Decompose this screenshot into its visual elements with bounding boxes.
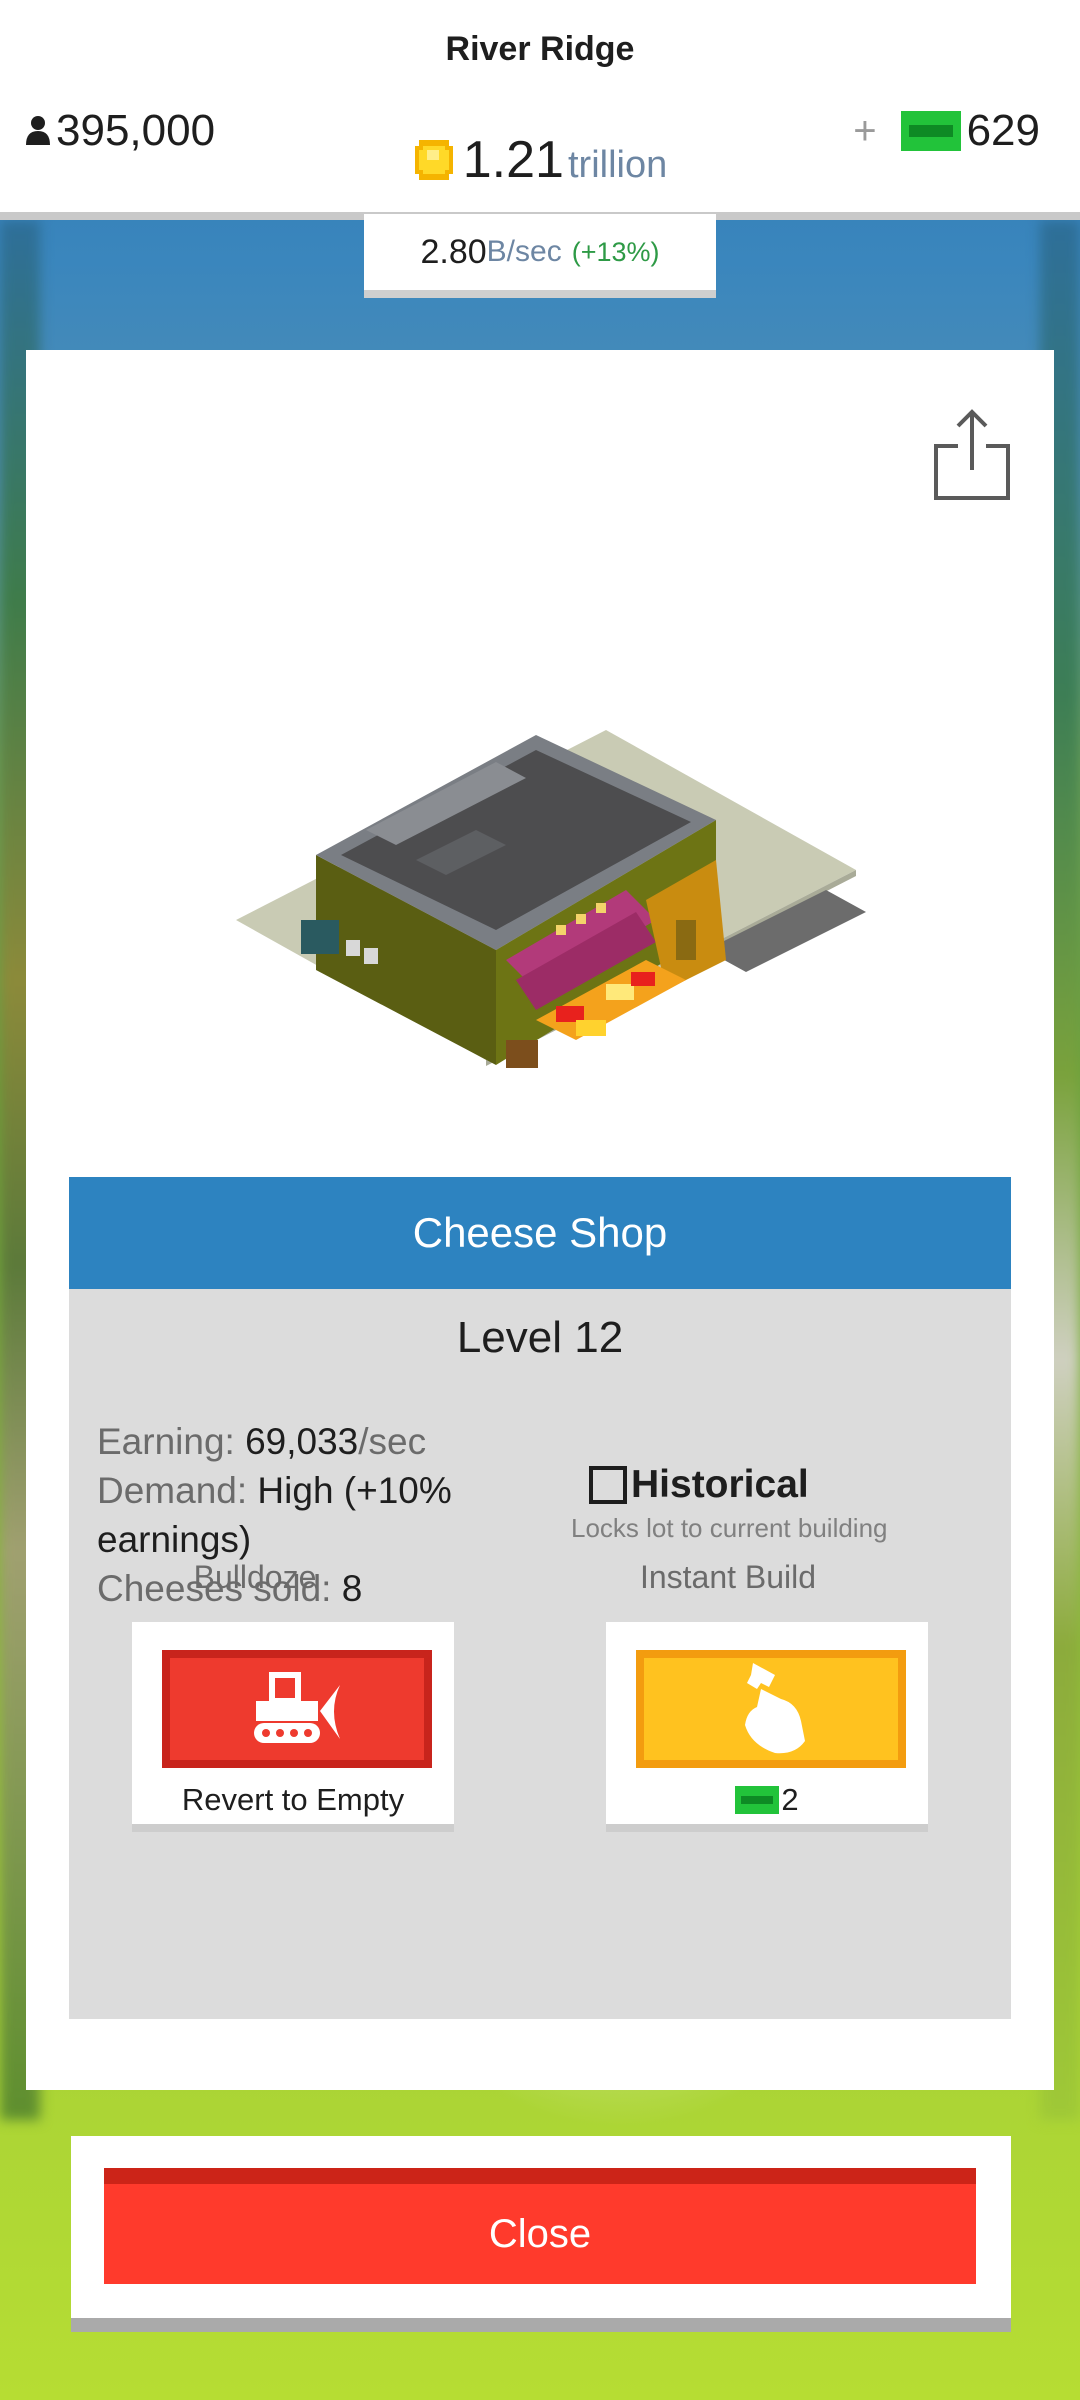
historical-label: Historical xyxy=(631,1463,809,1506)
earning-unit: /sec xyxy=(358,1421,427,1462)
top-status-bar: River Ridge 395,000 1.21 trillion + 629 xyxy=(0,0,1080,220)
cash-bill-icon xyxy=(900,111,961,151)
income-rate-tab: 2.80 B/sec (+13%) xyxy=(364,214,716,298)
city-name: River Ridge xyxy=(445,30,635,68)
rate-value: 2.80 xyxy=(420,232,487,271)
earning-value: 69,033 xyxy=(245,1421,359,1462)
earning-label: Earning: xyxy=(97,1421,235,1462)
historical-description: Locks lot to current building xyxy=(571,1513,888,1543)
cash-display[interactable]: + 629 xyxy=(853,106,1040,156)
add-cash-button[interactable]: + xyxy=(853,109,876,154)
building-name-header: Cheese Shop xyxy=(69,1177,1011,1289)
coin-icon xyxy=(414,140,453,180)
cash-value: 629 xyxy=(966,106,1040,155)
earning-row: Earning: 69,033/sec xyxy=(97,1417,517,1466)
demand-row: Demand: High (+10% earnings) xyxy=(97,1466,517,1564)
historical-checkbox[interactable] xyxy=(589,1466,627,1504)
share-icon[interactable] xyxy=(932,406,1012,502)
instant-build-button[interactable]: 2 xyxy=(606,1622,928,1832)
coins-unit: trillion xyxy=(567,144,668,186)
instant-build-title: Instant Build xyxy=(639,1559,817,1595)
bulldoze-title: Bulldoze xyxy=(193,1559,317,1595)
cash-bill-icon xyxy=(735,1786,780,1814)
demand-label: Demand: xyxy=(97,1470,248,1511)
bulldoze-caption: Revert to Empty xyxy=(181,1782,405,1817)
building-level: Level 12 xyxy=(456,1313,624,1362)
rate-unit: B/sec xyxy=(486,235,562,268)
building-info-dialog: Cheese Shop Level 12 Earning: 69,033/sec… xyxy=(26,350,1054,2090)
rate-bonus: (+13%) xyxy=(571,236,660,267)
instant-build-cost-value: 2 xyxy=(781,1782,799,1817)
coins-value: 1.21 xyxy=(462,131,564,189)
close-button-frame: Close xyxy=(71,2136,1011,2332)
cheese-shop-building-image xyxy=(236,730,866,1068)
hammer-icon xyxy=(745,1663,805,1754)
bulldozer-icon xyxy=(254,1672,340,1743)
instant-build-cost: 2 xyxy=(606,1782,928,1818)
bulldoze-button[interactable]: Revert to Empty xyxy=(132,1622,454,1832)
historical-toggle[interactable]: Historical Locks lot to current building xyxy=(571,1463,949,1544)
close-button[interactable]: Close xyxy=(104,2168,976,2284)
building-details-panel: Level 12 Earning: 69,033/sec Demand: Hig… xyxy=(69,1289,1011,2019)
